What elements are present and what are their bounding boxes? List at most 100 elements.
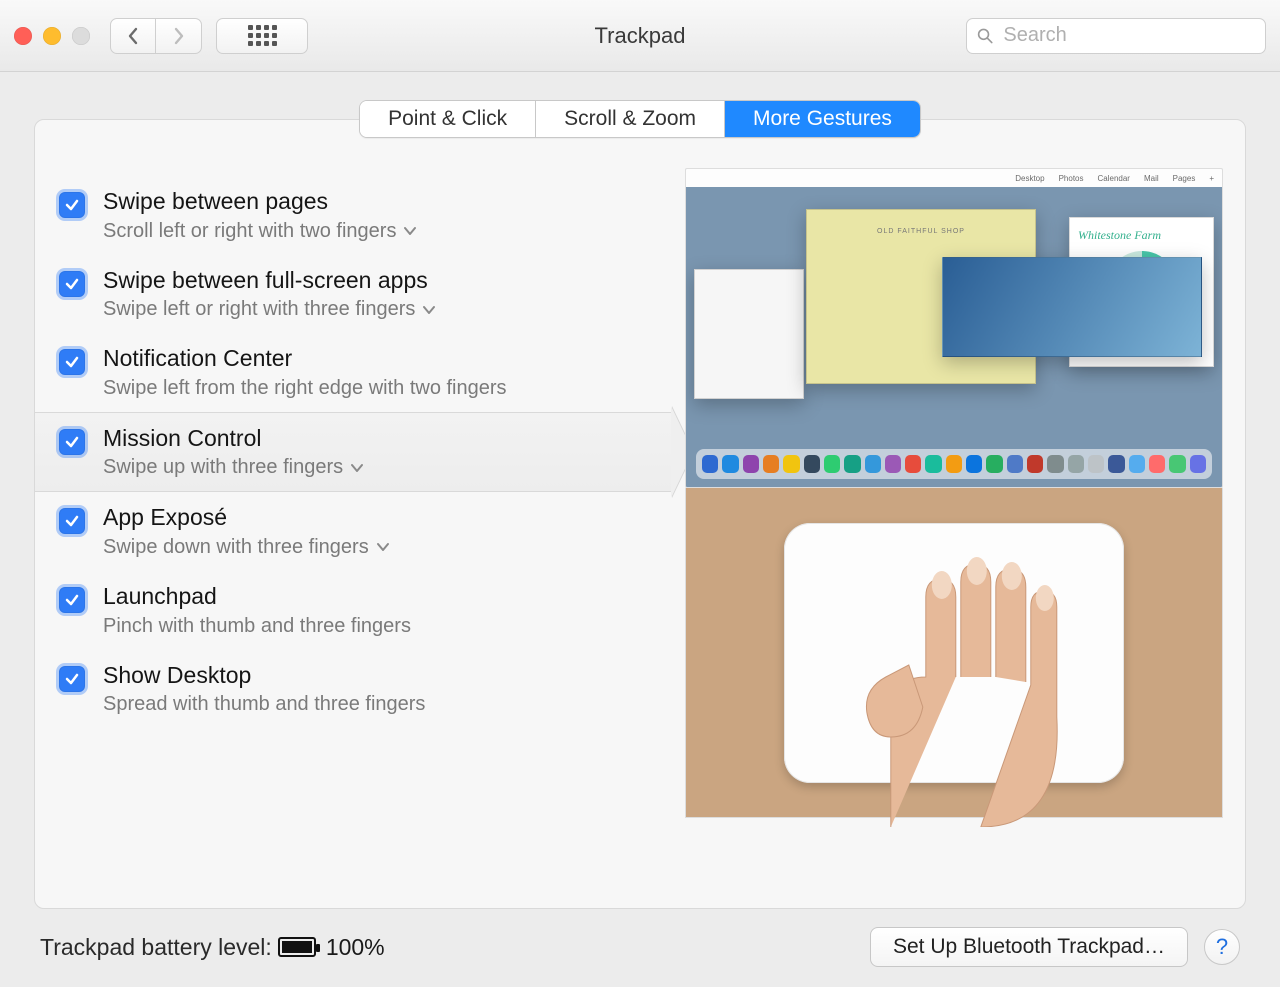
chevron-right-icon: [173, 27, 185, 45]
gesture-notification-center[interactable]: Notification Center Swipe left from the r…: [35, 333, 675, 412]
check-icon: [64, 592, 80, 608]
dock-app-icon: [966, 455, 982, 473]
chevron-down-icon: [351, 460, 363, 476]
dock-app-icon: [1129, 455, 1145, 473]
gesture-title: Launchpad: [103, 583, 411, 611]
dock-app-icon: [743, 455, 759, 473]
help-button[interactable]: ?: [1204, 929, 1240, 965]
window-toolbar: Trackpad: [0, 0, 1280, 72]
preview-menubar-item: Pages: [1173, 174, 1196, 183]
whitestone-title: Whitestone Farm: [1070, 218, 1213, 245]
tabs-segmented-control: Point & ClickScroll & ZoomMore Gestures: [359, 100, 921, 138]
tab-scroll-zoom[interactable]: Scroll & Zoom: [536, 101, 725, 137]
minimize-window-button[interactable]: [43, 27, 61, 45]
dock-app-icon: [1190, 455, 1206, 473]
dock-app-icon: [1169, 455, 1185, 473]
gesture-title: Swipe between pages: [103, 188, 416, 216]
dock-app-icon: [885, 455, 901, 473]
checkbox-swipe-pages[interactable]: [59, 192, 85, 218]
dock-app-icon: [844, 455, 860, 473]
mission-control-windows: Whitestone Farm: [686, 199, 1222, 399]
dock-app-icon: [824, 455, 840, 473]
checkbox-swipe-fullscreen[interactable]: [59, 271, 85, 297]
dock-app-icon: [1068, 455, 1084, 473]
preview-menubar: DesktopPhotosCalendarMailPages+: [686, 169, 1222, 187]
battery-percentage: 100%: [326, 934, 385, 961]
search-input[interactable]: [1001, 23, 1255, 48]
preview-menubar-item: Photos: [1059, 174, 1084, 183]
gesture-title: App Exposé: [103, 504, 389, 532]
gesture-mission-control[interactable]: Mission Control Swipe up with three finge…: [35, 412, 675, 493]
hand-icon: [831, 527, 1111, 827]
preferences-panel: Swipe between pages Scroll left or right …: [34, 119, 1246, 909]
back-button[interactable]: [110, 18, 156, 54]
dock-app-icon: [986, 455, 1002, 473]
checkbox-show-desktop[interactable]: [59, 666, 85, 692]
gesture-title: Mission Control: [103, 425, 363, 453]
dock-app-icon: [1088, 455, 1104, 473]
dock-app-icon: [1007, 455, 1023, 473]
grid-icon: [248, 25, 277, 46]
check-icon: [64, 671, 80, 687]
checkbox-notification-center[interactable]: [59, 349, 85, 375]
preview-window-video: [942, 257, 1202, 357]
dock-app-icon: [804, 455, 820, 473]
preview-dock: [696, 449, 1212, 479]
preview-trackpad-area: [685, 488, 1223, 818]
gesture-desc: Swipe left from the right edge with two …: [103, 377, 507, 400]
check-icon: [64, 197, 80, 213]
check-icon: [64, 513, 80, 529]
preview-menubar-item: Calendar: [1098, 174, 1130, 183]
search-icon: [977, 27, 993, 45]
zoom-window-button[interactable]: [72, 27, 90, 45]
check-icon: [64, 354, 80, 370]
gesture-preview: DesktopPhotosCalendarMailPages+ Whitesto…: [675, 168, 1245, 878]
gesture-title: Notification Center: [103, 345, 507, 373]
gesture-launchpad[interactable]: Launchpad Pinch with thumb and three fing…: [35, 571, 675, 650]
dock-app-icon: [905, 455, 921, 473]
show-all-button[interactable]: [216, 18, 308, 54]
gesture-desc[interactable]: Scroll left or right with two fingers: [103, 220, 416, 243]
window-title: Trackpad: [595, 23, 686, 49]
gesture-title: Swipe between full-screen apps: [103, 267, 435, 295]
gesture-swipe-fullscreen[interactable]: Swipe between full-screen apps Swipe left…: [35, 255, 675, 334]
gesture-desc[interactable]: Swipe up with three fingers: [103, 456, 363, 479]
setup-bluetooth-trackpad-button[interactable]: Set Up Bluetooth Trackpad…: [870, 927, 1188, 967]
chevron-down-icon: [377, 539, 389, 555]
footer: Trackpad battery level: 100% Set Up Blue…: [34, 909, 1246, 967]
content-area: Point & ClickScroll & ZoomMore Gestures …: [0, 72, 1280, 987]
preview-hand: [831, 527, 1111, 827]
preview-screen: DesktopPhotosCalendarMailPages+ Whitesto…: [685, 168, 1223, 488]
dock-app-icon: [946, 455, 962, 473]
tab-more-gestures[interactable]: More Gestures: [725, 101, 920, 137]
gesture-show-desktop[interactable]: Show Desktop Spread with thumb and three …: [35, 650, 675, 729]
search-field[interactable]: [966, 18, 1266, 54]
gesture-app-expose[interactable]: App Exposé Swipe down with three fingers: [35, 492, 675, 571]
close-window-button[interactable]: [14, 27, 32, 45]
preview-window-contacts: [694, 269, 804, 399]
checkbox-mission-control[interactable]: [59, 429, 85, 455]
gesture-swipe-pages[interactable]: Swipe between pages Scroll left or right …: [35, 176, 675, 255]
preview-add-space-icon: +: [1209, 174, 1214, 183]
gesture-desc: Spread with thumb and three fingers: [103, 693, 425, 716]
gesture-desc: Pinch with thumb and three fingers: [103, 615, 411, 638]
traffic-lights: [14, 27, 96, 45]
gesture-desc[interactable]: Swipe left or right with three fingers: [103, 298, 435, 321]
checkbox-app-expose[interactable]: [59, 508, 85, 534]
battery-label: Trackpad battery level:: [40, 934, 272, 961]
chevron-down-icon: [404, 223, 416, 239]
gesture-list: Swipe between pages Scroll left or right …: [35, 168, 675, 878]
dock-app-icon: [925, 455, 941, 473]
check-icon: [64, 276, 80, 292]
gesture-desc[interactable]: Swipe down with three fingers: [103, 536, 389, 559]
gesture-title: Show Desktop: [103, 662, 425, 690]
dock-app-icon: [763, 455, 779, 473]
nav-back-forward: [110, 18, 202, 54]
tab-point-click[interactable]: Point & Click: [360, 101, 536, 137]
chevron-left-icon: [127, 27, 139, 45]
checkbox-launchpad[interactable]: [59, 587, 85, 613]
preview-menubar-item: Mail: [1144, 174, 1159, 183]
dock-app-icon: [1149, 455, 1165, 473]
forward-button[interactable]: [156, 18, 202, 54]
dock-app-icon: [1108, 455, 1124, 473]
